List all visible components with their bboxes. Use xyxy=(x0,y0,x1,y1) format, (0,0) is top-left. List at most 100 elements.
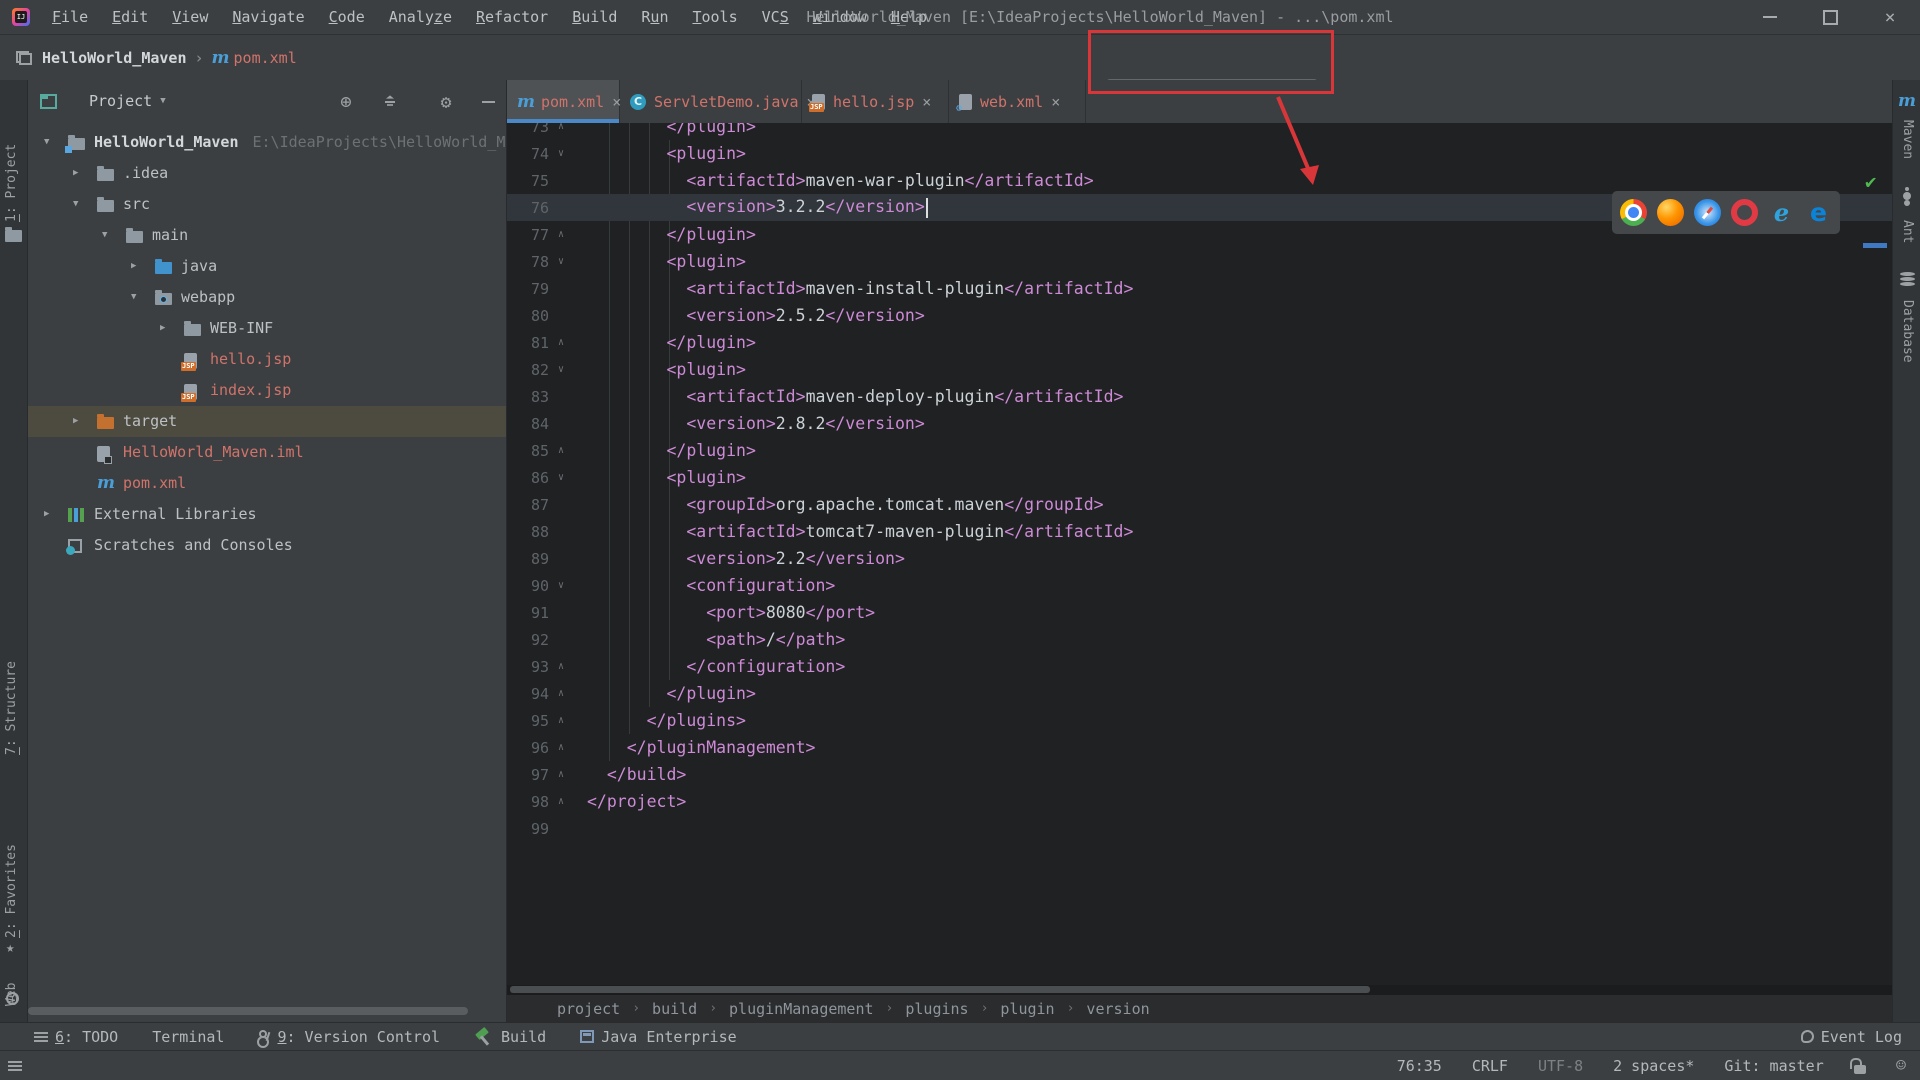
xml-breadcrumb-build[interactable]: build xyxy=(652,1000,697,1018)
caret-position[interactable]: 76:35 xyxy=(1397,1057,1442,1075)
code-line-83[interactable]: 83 <artifactId>maven-deploy-plugin</arti… xyxy=(507,383,1892,410)
inspections-ok-icon[interactable]: ✔ xyxy=(1865,171,1876,193)
tree-row-src[interactable]: ▼src xyxy=(28,189,506,220)
tree-row-web-inf[interactable]: ▶WEB-INF xyxy=(28,313,506,344)
stripe--favorites[interactable]: 2: Favorites xyxy=(4,823,19,938)
tree-row-helloworld-maven[interactable]: ▼HelloWorld_MavenE:\IdeaProjects\HelloWo… xyxy=(28,127,506,158)
menu-edit[interactable]: Edit xyxy=(100,0,160,34)
stripe-database[interactable]: Database xyxy=(1900,300,1915,395)
code-line-90[interactable]: 90∨ <configuration> xyxy=(507,572,1892,599)
chrome-browser-icon[interactable] xyxy=(1620,199,1647,226)
tree-row-helloworld-maven-iml[interactable]: HelloWorld_Maven.iml xyxy=(28,437,506,468)
code-line-96[interactable]: 96∧ </pluginManagement> xyxy=(507,734,1892,761)
xml-breadcrumb-pluginmanagement[interactable]: pluginManagement xyxy=(729,1000,874,1018)
code-line-86[interactable]: 86∨ <plugin> xyxy=(507,464,1892,491)
project-panel-title[interactable]: Project xyxy=(89,92,152,110)
close-icon[interactable]: × xyxy=(922,93,931,111)
tree-row-main[interactable]: ▼main xyxy=(28,220,506,251)
ie-browser-icon[interactable]: e xyxy=(1768,199,1795,226)
chevron-down-icon[interactable]: ▼ xyxy=(73,189,78,220)
code-line-78[interactable]: 78∨ <plugin> xyxy=(507,248,1892,275)
chevron-right-icon[interactable]: ▶ xyxy=(44,499,49,530)
locate-button[interactable] xyxy=(336,92,356,112)
code-line-79[interactable]: 79 <artifactId>maven-install-plugin</art… xyxy=(507,275,1892,302)
tab-web-xml[interactable]: web.xml× xyxy=(949,80,1086,123)
code-line-85[interactable]: 85∧ </plugin> xyxy=(507,437,1892,464)
menu-analyze[interactable]: Analyze xyxy=(377,0,464,34)
chevron-right-icon[interactable]: ▶ xyxy=(131,251,136,282)
tree-row--idea[interactable]: ▶.idea xyxy=(28,158,506,189)
fold-marker-icon[interactable]: ∨ xyxy=(549,148,573,159)
chevron-right-icon[interactable]: ▶ xyxy=(73,406,78,437)
xml-breadcrumb-version[interactable]: version xyxy=(1086,1000,1149,1018)
code-line-73[interactable]: 73∧ </plugin> xyxy=(507,123,1892,140)
tab-pom-xml[interactable]: pom.xml× xyxy=(507,80,620,123)
edge-browser-icon[interactable]: e xyxy=(1805,199,1832,226)
menu-code[interactable]: Code xyxy=(317,0,377,34)
fold-marker-icon[interactable]: ∧ xyxy=(549,123,573,132)
code-line-75[interactable]: 75 <artifactId>maven-war-plugin</artifac… xyxy=(507,167,1892,194)
tree-row-target[interactable]: ▶target xyxy=(28,406,506,437)
fold-marker-icon[interactable]: ∧ xyxy=(549,445,573,456)
stripe-ant[interactable]: Ant xyxy=(1900,220,1915,264)
fold-marker-icon[interactable]: ∨ xyxy=(549,364,573,375)
tab-hello-jsp[interactable]: hello.jsp× xyxy=(802,80,949,123)
fold-marker-icon[interactable]: ∨ xyxy=(549,580,573,591)
toolwindow-terminal[interactable]: Terminal xyxy=(152,1028,224,1046)
maximize-button[interactable] xyxy=(1800,0,1860,34)
tree-row-index-jsp[interactable]: index.jsp xyxy=(28,375,506,406)
menu-vcs[interactable]: VCS xyxy=(750,0,801,34)
code-line-99[interactable]: 99 xyxy=(507,815,1892,842)
highlighting-level-icon[interactable] xyxy=(1896,1056,1906,1076)
breadcrumb-file[interactable]: pom.xml xyxy=(234,49,297,67)
code-line-97[interactable]: 97∧ </build> xyxy=(507,761,1892,788)
tree-row-java[interactable]: ▶java xyxy=(28,251,506,282)
code-line-93[interactable]: 93∧ </configuration> xyxy=(507,653,1892,680)
project-horizontal-scrollbar[interactable] xyxy=(28,1007,468,1015)
code-line-89[interactable]: 89 <version>2.2</version> xyxy=(507,545,1892,572)
fold-marker-icon[interactable]: ∨ xyxy=(549,256,573,267)
stripe-maven[interactable]: Maven xyxy=(1900,120,1915,190)
xml-breadcrumb-plugin[interactable]: plugin xyxy=(1000,1000,1054,1018)
code-line-81[interactable]: 81∧ </plugin> xyxy=(507,329,1892,356)
tree-row-webapp[interactable]: ▼webapp xyxy=(28,282,506,313)
chevron-right-icon[interactable]: ▶ xyxy=(160,313,165,344)
toolwindow-java-enterprise[interactable]: Java Enterprise xyxy=(580,1028,736,1046)
fold-marker-icon[interactable]: ∧ xyxy=(549,796,573,807)
collapse-all-button[interactable] xyxy=(380,92,400,112)
minimize-button[interactable] xyxy=(1740,0,1800,34)
code-editor[interactable]: 73∧ </plugin>74∨ <plugin>75 <artifactId>… xyxy=(507,123,1892,985)
xml-breadcrumb-plugins[interactable]: plugins xyxy=(905,1000,968,1018)
code-line-74[interactable]: 74∨ <plugin> xyxy=(507,140,1892,167)
toolwindow-6-todo[interactable]: 6: TODO xyxy=(34,1028,118,1046)
fold-marker-icon[interactable]: ∧ xyxy=(549,337,573,348)
code-line-98[interactable]: 98∧</project> xyxy=(507,788,1892,815)
menu-navigate[interactable]: Navigate xyxy=(220,0,316,34)
tree-row-hello-jsp[interactable]: hello.jsp xyxy=(28,344,506,375)
menu-build[interactable]: Build xyxy=(560,0,629,34)
code-line-87[interactable]: 87 <groupId>org.apache.tomcat.maven</gro… xyxy=(507,491,1892,518)
code-line-88[interactable]: 88 <artifactId>tomcat7-maven-plugin</art… xyxy=(507,518,1892,545)
menu-run[interactable]: Run xyxy=(629,0,680,34)
line-ending[interactable]: CRLF xyxy=(1472,1057,1508,1075)
safari-browser-icon[interactable] xyxy=(1694,199,1721,226)
code-line-94[interactable]: 94∧ </plugin> xyxy=(507,680,1892,707)
tree-row-scratches-and-consoles[interactable]: Scratches and Consoles xyxy=(28,530,506,561)
git-branch[interactable]: Git: master xyxy=(1724,1057,1823,1075)
toolwindow-quick-access-button[interactable] xyxy=(8,1057,22,1075)
menu-file[interactable]: File xyxy=(40,0,100,34)
code-line-92[interactable]: 92 <path>/</path> xyxy=(507,626,1892,653)
indent-setting[interactable]: 2 spaces* xyxy=(1613,1057,1694,1075)
menu-view[interactable]: View xyxy=(160,0,220,34)
toolwindow-build[interactable]: Build xyxy=(474,1027,546,1047)
chevron-right-icon[interactable]: ▶ xyxy=(73,158,78,189)
fold-marker-icon[interactable]: ∨ xyxy=(549,472,573,483)
tab-servletdemo-java[interactable]: ServletDemo.java× xyxy=(620,80,802,123)
fold-marker-icon[interactable]: ∧ xyxy=(549,661,573,672)
fold-marker-icon[interactable]: ∧ xyxy=(549,742,573,753)
unlock-icon[interactable] xyxy=(1854,1065,1866,1074)
settings-button[interactable] xyxy=(436,92,456,112)
fold-marker-icon[interactable]: ∧ xyxy=(549,769,573,780)
fold-marker-icon[interactable]: ∧ xyxy=(549,229,573,240)
close-icon[interactable]: × xyxy=(1051,93,1060,111)
